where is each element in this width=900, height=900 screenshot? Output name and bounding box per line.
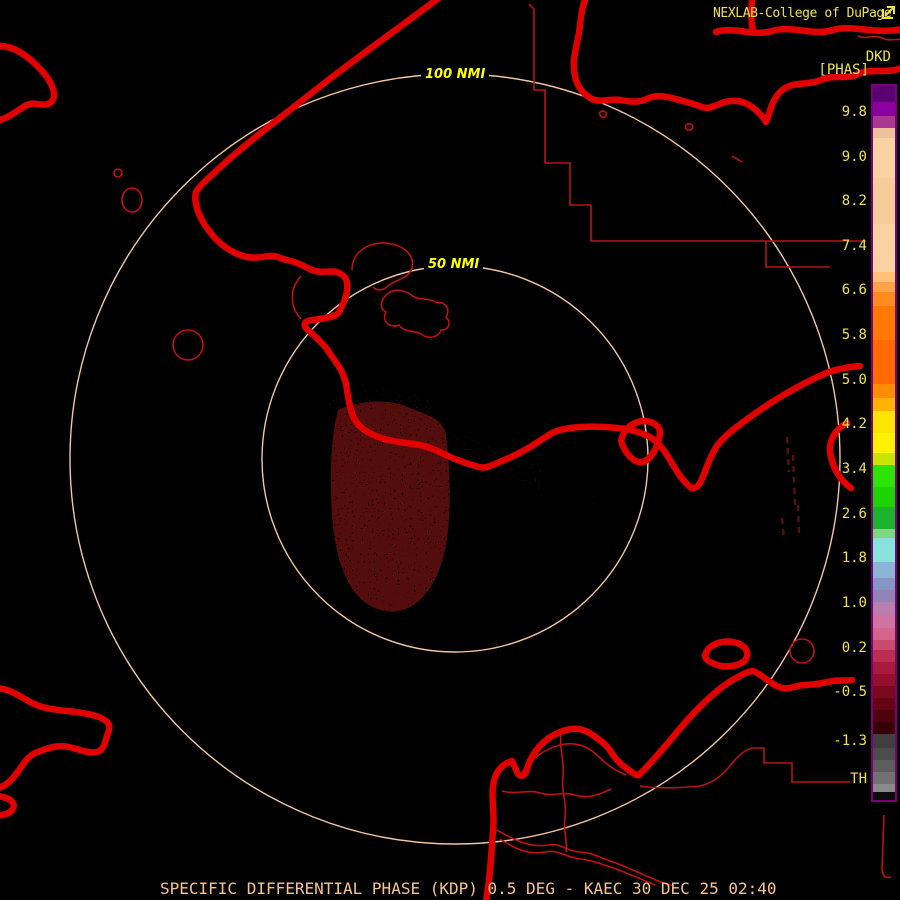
product-caption: SPECIFIC DIFFERENTIAL PHASE (KDP) 0.5 DE… [160,879,777,898]
colorbar-segment [873,698,895,710]
colorbar-segment [873,590,895,602]
island-southeast-oval [702,638,751,670]
colorbar-segment [873,102,895,116]
colorbar-segment [873,784,895,792]
colorbar-segment [873,292,895,306]
radar-viewer: 9.8 9.0 8.2 7.4 6.6 5.8 5.0 4.2 3.4 2.6 1.8 1.0 0.2-… [0,0,900,900]
colorbar-segment [873,640,895,650]
island-topleft [0,42,58,124]
colorbar-segment [873,411,895,433]
colorbar-segment [873,128,895,138]
river-topright-2 [712,24,900,37]
box-arrow-icon [881,4,896,24]
colorbar-segment [873,224,895,272]
colorbar-segment [873,282,895,292]
coast-southwest-land [0,685,113,791]
colorbar-segment [873,578,895,590]
ring-label-100nmi: 100 NMI [421,66,490,83]
colorbar [871,84,897,802]
colorbar-segment [873,710,895,722]
colorbar-segment [873,487,895,507]
radar-echo-layer [327,390,801,612]
colorbar-segment [873,760,895,772]
colorbar-segment [873,562,895,578]
colorbar-segment [873,178,895,224]
product-code: DKD [865,49,891,65]
colorbar-segment [873,734,895,748]
colorbar-segment [873,384,895,398]
colorbar-segment [873,86,895,102]
radar-map [0,0,900,900]
colorbar-segment [873,686,895,698]
colorbar-segment [873,662,895,674]
colorbar-segment [873,602,895,614]
echo-speckle-dashes [780,436,801,541]
coast-south-lake [483,667,856,900]
colorbar-segment [873,538,895,562]
ring-label-50nmi: 50 NMI [424,256,484,273]
colorbar-segment [873,792,895,800]
colorbar-segment [873,340,895,384]
coast-southwest-land2 [0,793,17,819]
page-title: NEXLAB-College of DuPage [713,6,892,21]
colorbar-segment [873,722,895,734]
colorbar-segment [873,614,895,628]
colorbar-segment [873,116,895,128]
colorbar-segment [873,674,895,686]
colorbar-segment [873,529,895,538]
product-unit: [PHAS] [818,62,869,78]
colorbar-segment [873,650,895,662]
colorbar-segment [873,628,895,640]
colorbar-segment [873,465,895,487]
colorbar-segment [873,398,895,411]
colorbar-segment [873,433,895,453]
coast-northwest-arc [192,0,864,492]
colorbar-segment [873,272,895,282]
colorbar-segment [873,306,895,340]
colorbar-segment [873,138,895,178]
colorbar-segment [873,507,895,529]
colorbar-segment [873,772,895,784]
colorbar-segment [873,453,895,465]
state-border-layer [528,3,866,789]
colorbar-segment [873,748,895,760]
